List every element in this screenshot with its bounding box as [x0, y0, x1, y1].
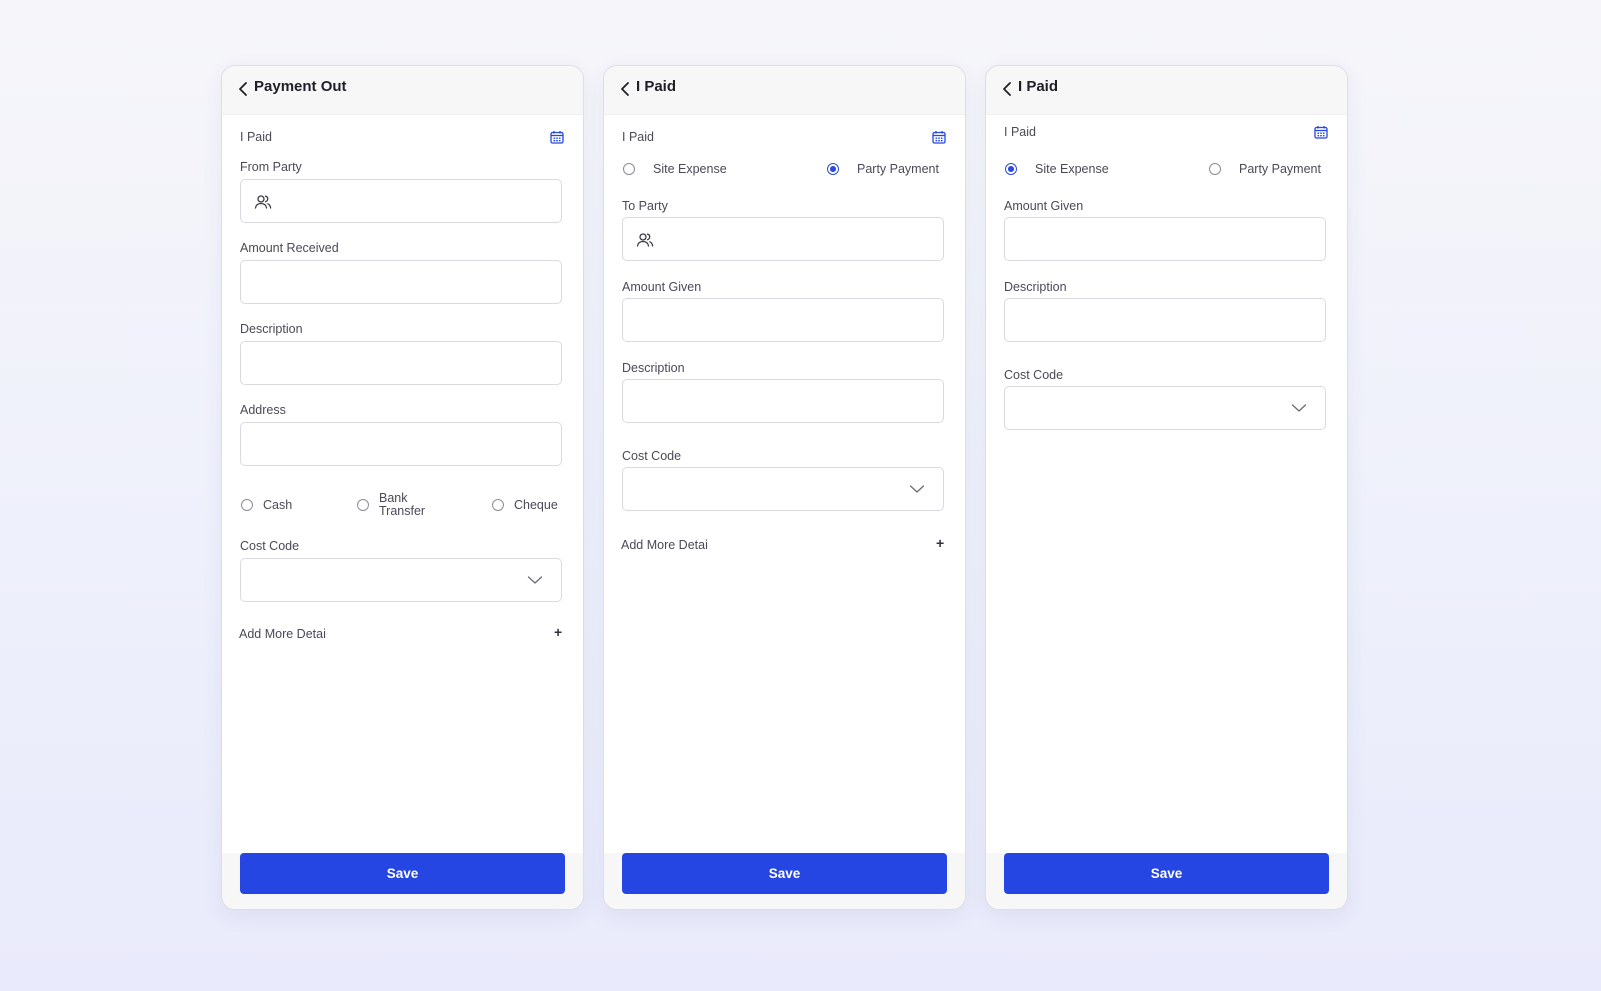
amount-given-input[interactable] — [1004, 217, 1326, 261]
party-payment-radio-option[interactable]: Party Payment — [1209, 162, 1321, 176]
plus-icon[interactable]: + — [936, 535, 944, 551]
users-icon — [636, 233, 654, 247]
description-label: Description — [1004, 280, 1067, 294]
description-input[interactable] — [622, 379, 944, 423]
screen-header: Payment Out — [222, 66, 583, 115]
to-party-label: To Party — [622, 199, 668, 213]
save-button[interactable]: Save — [1004, 853, 1329, 894]
radio-label: Site Expense — [653, 162, 727, 176]
screen-title: I Paid — [636, 78, 677, 95]
from-party-input[interactable] — [240, 179, 562, 223]
section-label: I Paid — [240, 130, 272, 144]
radio-button[interactable] — [623, 163, 635, 175]
section-label: I Paid — [1004, 125, 1036, 139]
back-arrow-icon[interactable] — [238, 81, 248, 97]
save-button[interactable]: Save — [622, 853, 947, 894]
screen-title: Payment Out — [254, 78, 347, 95]
cost-code-label: Cost Code — [622, 449, 682, 463]
amount-given-label: Amount Given — [1004, 199, 1084, 213]
section-label: I Paid — [622, 130, 654, 144]
radio-label: Cheque — [514, 498, 558, 512]
radio-label: Party Payment — [857, 162, 939, 176]
cost-code-select[interactable] — [622, 467, 944, 511]
add-more-details-link[interactable]: Add More Detai — [239, 627, 326, 641]
screen-header: I Paid — [604, 66, 965, 115]
back-arrow-icon[interactable] — [620, 81, 630, 97]
screen-header: I Paid — [986, 66, 1347, 115]
i-paid-site-expense-screen: I Paid I Paid Site Expense Party Payment… — [985, 65, 1348, 910]
amount-received-label: Amount Received — [240, 241, 339, 255]
plus-icon[interactable]: + — [554, 624, 562, 640]
description-label: Description — [622, 361, 685, 375]
party-payment-radio-option[interactable]: Party Payment — [827, 162, 939, 176]
radio-label: Cash — [263, 498, 293, 512]
calendar-icon[interactable] — [1314, 125, 1328, 139]
radio-button[interactable] — [492, 499, 504, 511]
users-icon — [254, 195, 272, 209]
calendar-icon[interactable] — [550, 130, 564, 144]
screen-title: I Paid — [1018, 78, 1059, 95]
chevron-down-icon — [1291, 404, 1307, 412]
radio-button[interactable] — [1005, 163, 1017, 175]
radio-button[interactable] — [357, 498, 369, 511]
cost-code-label: Cost Code — [1004, 368, 1064, 382]
payment-out-screen: Payment Out I Paid From Party Amount Rec… — [221, 65, 584, 910]
description-input[interactable] — [1004, 298, 1326, 342]
description-input[interactable] — [240, 341, 562, 385]
add-more-details-link[interactable]: Add More Detai — [621, 538, 708, 552]
site-expense-radio-option[interactable]: Site Expense — [1005, 162, 1109, 176]
save-button[interactable]: Save — [240, 853, 565, 894]
address-label: Address — [240, 403, 286, 417]
radio-label: Site Expense — [1035, 162, 1109, 176]
radio-label-line: Transfer — [379, 503, 426, 518]
site-expense-radio-option[interactable]: Site Expense — [623, 162, 727, 176]
amount-given-input[interactable] — [622, 298, 944, 342]
payment-mode-bank-transfer[interactable]: Bank Transfer — [357, 492, 425, 517]
description-label: Description — [240, 322, 303, 336]
radio-button[interactable] — [241, 499, 253, 511]
chevron-down-icon — [527, 576, 543, 584]
amount-given-label: Amount Given — [622, 280, 702, 294]
cost-code-select[interactable] — [1004, 386, 1326, 430]
radio-label: Party Payment — [1239, 162, 1321, 176]
chevron-down-icon — [909, 485, 925, 493]
cost-code-select[interactable] — [240, 558, 562, 602]
i-paid-party-payment-screen: I Paid I Paid Site Expense Party Payment… — [603, 65, 966, 910]
back-arrow-icon[interactable] — [1002, 81, 1012, 97]
amount-received-input[interactable] — [240, 260, 562, 304]
payment-mode-cheque[interactable]: Cheque — [492, 498, 558, 512]
payment-mode-cash[interactable]: Cash — [241, 498, 292, 512]
from-party-label: From Party — [240, 160, 302, 174]
radio-button[interactable] — [1209, 163, 1221, 175]
calendar-icon[interactable] — [932, 130, 946, 144]
radio-button[interactable] — [827, 163, 839, 175]
radio-label: Bank Transfer — [379, 492, 425, 517]
cost-code-label: Cost Code — [240, 539, 300, 553]
address-input[interactable] — [240, 422, 562, 466]
to-party-input[interactable] — [622, 217, 944, 261]
